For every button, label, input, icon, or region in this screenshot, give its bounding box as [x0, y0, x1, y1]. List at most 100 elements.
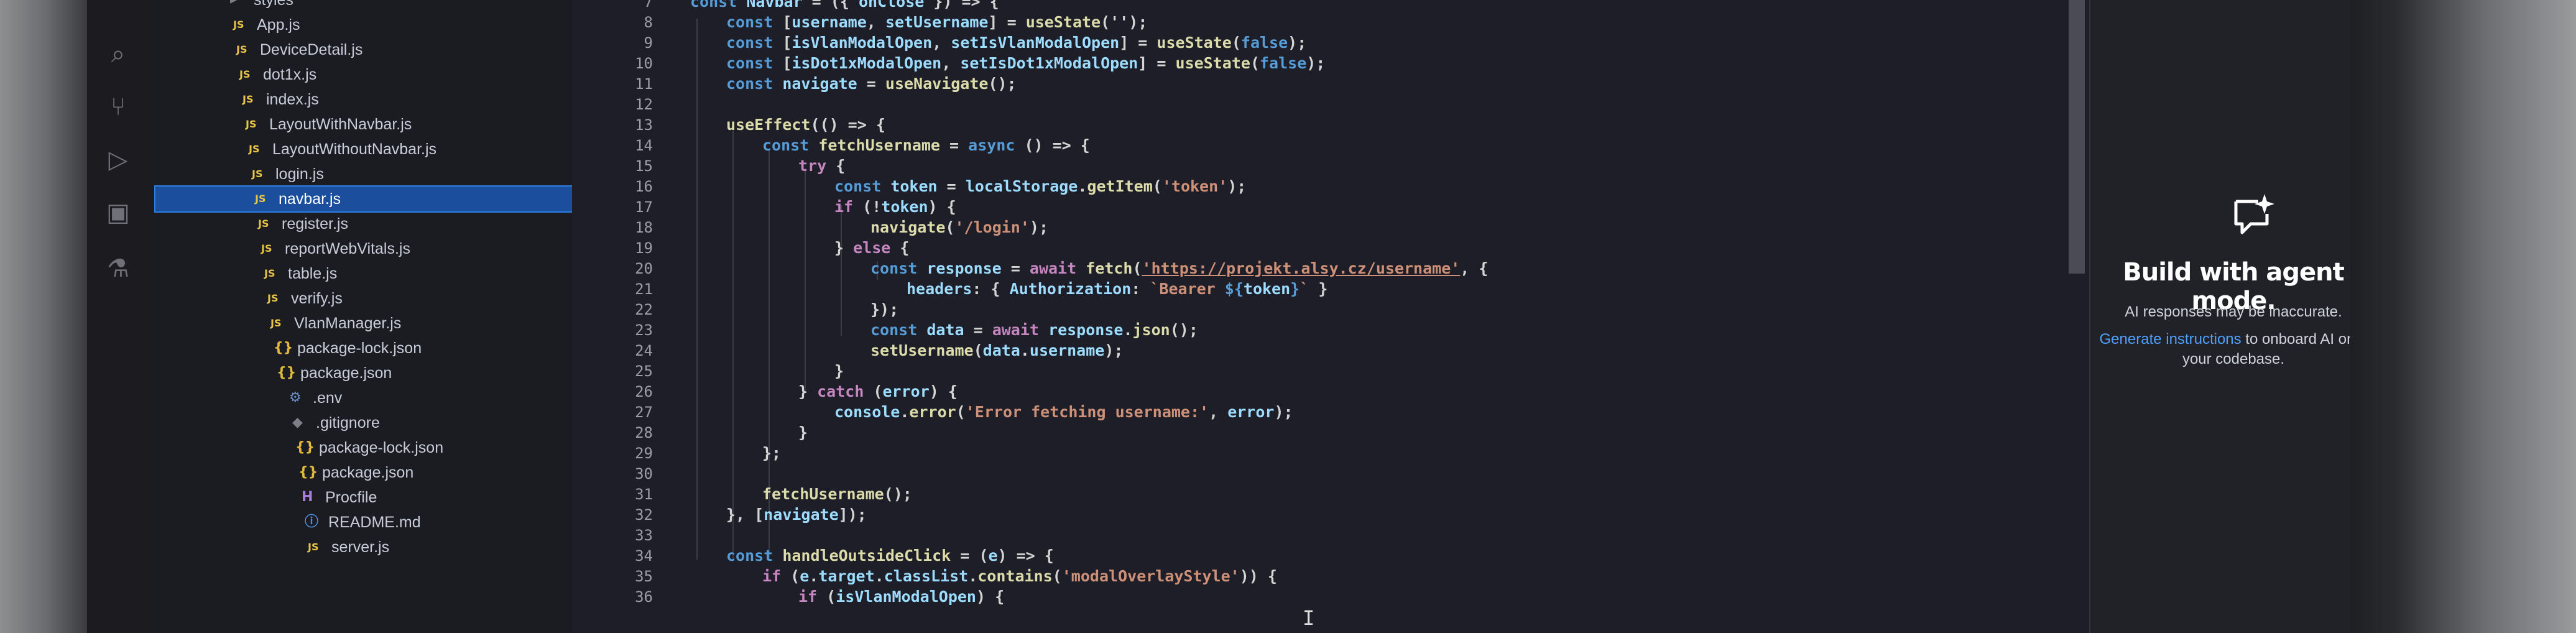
line-number: 28: [635, 424, 653, 441]
code-token: false: [1240, 34, 1288, 52]
explorer-item[interactable]: JS server.js: [155, 535, 572, 560]
line-number: 9: [644, 34, 653, 52]
code-line[interactable]: const handleOutsideClick = (e) => {: [726, 547, 1054, 565]
code-token: (!: [853, 198, 882, 216]
source-control-icon[interactable]: ⑂: [98, 87, 138, 127]
line-number: 35: [635, 568, 653, 585]
run-debug-icon[interactable]: ▷: [98, 140, 138, 180]
code-token: ] =: [1138, 54, 1176, 72]
code-token: ,: [866, 13, 885, 31]
code-line[interactable]: const fetchUsername = async () => {: [762, 136, 1090, 155]
code-line[interactable]: }: [798, 423, 808, 442]
code-token: fetchUsername: [762, 485, 884, 503]
explorer-item[interactable]: JS register.js: [155, 211, 572, 236]
code-line[interactable]: const response = await fetch('https://pr…: [870, 259, 1488, 278]
code-line[interactable]: });: [870, 300, 898, 319]
code-token: ,: [932, 34, 951, 52]
code-line[interactable]: const [username, setUsername] = useState…: [726, 13, 1147, 32]
code-token: .: [1078, 177, 1087, 195]
code-token: e: [800, 567, 810, 585]
code-token: setIsVlanModalOpen: [951, 34, 1120, 52]
code-token: .: [968, 567, 978, 585]
explorer-item-label: Procfile: [325, 489, 377, 506]
code-token: ] =: [988, 13, 1026, 31]
explorer-item[interactable]: {} package-lock.json: [155, 435, 572, 460]
code-line[interactable]: const navigate = useNavigate();: [726, 75, 1017, 93]
git-file-icon: ◆: [292, 415, 303, 430]
code-token: await: [1029, 259, 1077, 277]
code-token: (: [1132, 259, 1142, 277]
code-token: (: [973, 341, 983, 359]
code-line[interactable]: }: [834, 362, 844, 381]
explorer-item[interactable]: JS App.js: [155, 12, 572, 37]
code-line[interactable]: const data = await response.json();: [870, 321, 1198, 340]
code-line[interactable]: try {: [798, 157, 845, 175]
explorer-item[interactable]: JS table.js: [155, 261, 572, 286]
explorer-item[interactable]: JS dot1x.js: [155, 62, 572, 87]
code-line[interactable]: setUsername(data.username);: [870, 341, 1123, 360]
search-icon[interactable]: ⌕: [98, 34, 138, 74]
code-token: );: [1288, 34, 1307, 52]
code-token: .: [874, 567, 884, 585]
explorer-item[interactable]: JS reportWebVitals.js: [155, 236, 572, 261]
code-token: );: [1274, 403, 1293, 421]
explorer-item[interactable]: ◆ .gitignore: [155, 410, 572, 435]
code-line[interactable]: if (isVlanModalOpen) {: [798, 588, 1004, 606]
code-line[interactable]: const Navbar = ({ onClose }) => {: [690, 0, 999, 11]
code-line[interactable]: console.error('Error fetching username:'…: [834, 403, 1293, 422]
code-line[interactable]: headers: { Authorization: `Bearer ${toke…: [907, 280, 1327, 298]
js-file-icon: JS: [249, 143, 260, 155]
explorer-item[interactable]: {} package.json: [155, 361, 572, 386]
explorer-item[interactable]: {} package-lock.json: [155, 336, 572, 361]
code-token: navigate: [870, 218, 946, 236]
explorer-item[interactable]: JS navbar.js: [154, 185, 573, 213]
code-token: : {: [972, 280, 1010, 298]
line-number: 10: [635, 55, 653, 72]
explorer-item[interactable]: H Procfile: [155, 485, 572, 510]
explorer-item[interactable]: ⚙ .env: [155, 386, 572, 410]
code-line[interactable]: fetchUsername();: [762, 485, 912, 504]
explorer-item-label: styles: [254, 0, 293, 9]
remote-explorer-icon[interactable]: ▣: [98, 193, 138, 233]
explorer-item[interactable]: {} package.json: [155, 460, 572, 485]
explorer-item[interactable]: ⓘ README.md: [155, 510, 572, 535]
code-token: {: [826, 157, 846, 175]
explorer-item[interactable]: JS index.js: [155, 87, 572, 112]
code-line[interactable]: if (e.target.classList.contains('modalOv…: [762, 567, 1277, 586]
code-line[interactable]: } else {: [834, 239, 909, 257]
explorer-item[interactable]: JS DeviceDetail.js: [155, 37, 572, 62]
chat-sparkle-icon: [2234, 194, 2274, 234]
editor-scrollbar[interactable]: [2069, 0, 2085, 274]
explorer-item-label: App.js: [257, 16, 300, 34]
explorer-item[interactable]: JS VlanManager.js: [155, 311, 572, 336]
line-number: 34: [635, 547, 653, 565]
code-line[interactable]: const [isVlanModalOpen, setIsVlanModalOp…: [726, 34, 1306, 52]
explorer-item[interactable]: ▸ styles: [155, 0, 572, 12]
explorer-item[interactable]: JS verify.js: [155, 286, 572, 311]
line-number: 31: [635, 486, 653, 503]
code-token: await: [992, 321, 1039, 339]
code-token: }: [798, 382, 818, 400]
code-token: setIsDot1xModalOpen: [960, 54, 1138, 72]
line-number: 22: [635, 301, 653, 318]
code-editor[interactable]: 7 const Navbar = ({ onClose }) => {8 const…: [572, 0, 2089, 633]
code-line[interactable]: const [isDot1xModalOpen, setIsDot1xModal…: [726, 54, 1325, 73]
code-line[interactable]: };: [762, 444, 781, 463]
explorer-item[interactable]: JS LayoutWithoutNavbar.js: [155, 137, 572, 162]
code-line[interactable]: }, [navigate]);: [726, 506, 867, 524]
code-token: ();: [884, 485, 912, 503]
explorer-item[interactable]: JS LayoutWithNavbar.js: [155, 112, 572, 137]
testing-icon[interactable]: ⚗: [98, 249, 138, 289]
code-token: if: [798, 588, 818, 606]
code-token: useState: [1175, 54, 1250, 72]
code-token: [: [782, 54, 792, 72]
code-token: useEffect: [726, 116, 811, 134]
generate-instructions-link[interactable]: Generate instructions: [2100, 331, 2241, 348]
code-line[interactable]: useEffect(() => {: [726, 116, 885, 134]
code-line[interactable]: navigate('/login');: [870, 218, 1048, 237]
explorer-item[interactable]: JS login.js: [155, 162, 572, 187]
code-line[interactable]: if (!token) {: [834, 198, 956, 216]
code-line[interactable]: } catch (error) {: [798, 382, 958, 401]
code-line[interactable]: const token = localStorage.getItem('toke…: [834, 177, 1246, 196]
code-token: (: [781, 567, 800, 585]
